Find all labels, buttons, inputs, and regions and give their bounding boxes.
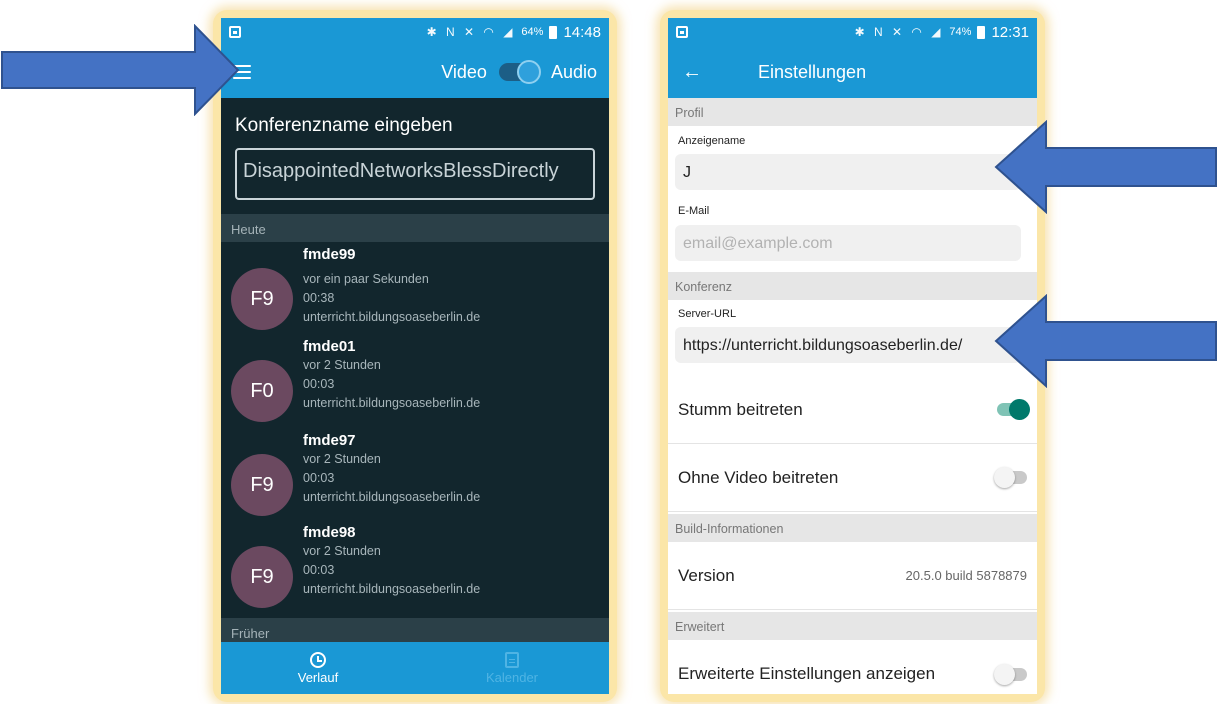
history-server: unterricht.bildungsoaseberlin.de: [303, 490, 481, 504]
arrow-right-icon: [1, 24, 240, 116]
video-audio-switch: Video Audio: [441, 60, 597, 84]
history-duration: 00:03: [303, 471, 335, 485]
history-name: fmde99: [303, 246, 356, 263]
arrow-left-icon: [994, 294, 1217, 388]
history-item[interactable]: F9 fmde98 vor 2 Stunden 00:03 unterricht…: [221, 522, 609, 614]
arrow-left-icon: [994, 120, 1217, 214]
history-name: fmde01: [303, 338, 356, 355]
status-bar: ✱ N ✕ ◠ ◢ 74% 12:31: [668, 18, 1037, 46]
email-input[interactable]: email@example.com: [675, 225, 1021, 261]
history-time-ago: vor 2 Stunden: [303, 452, 381, 466]
status-time: 12:31: [991, 23, 1029, 41]
back-arrow-icon[interactable]: ←: [682, 61, 704, 84]
app-bar: Video Audio: [221, 46, 609, 98]
video-label: Video: [441, 61, 487, 82]
mute-join-label: Stumm beitreten: [678, 399, 803, 419]
avatar: F9: [231, 546, 293, 608]
display-name-label: Anzeigename: [678, 135, 746, 147]
status-icons: ✱ N ✕ ◠ ◢: [854, 25, 944, 39]
calendar-icon: [505, 651, 519, 668]
history-server: unterricht.bildungsoaseberlin.de: [303, 310, 481, 324]
version-label: Version: [678, 565, 735, 585]
video-audio-toggle[interactable]: [498, 60, 541, 84]
nav-history-label: Verlauf: [297, 669, 339, 685]
mute-join-row[interactable]: Stumm beitreten: [668, 376, 1037, 444]
battery-percent: 74%: [949, 26, 972, 38]
conference-name-label: Konferenzname eingeben: [235, 115, 453, 136]
server-url-input[interactable]: https://unterricht.bildungsoaseberlin.de…: [675, 327, 1021, 363]
status-bar: ✱ N ✕ ◠ ◢ 64% 14:48: [221, 18, 609, 46]
avatar: F9: [231, 268, 293, 330]
history-server: unterricht.bildungsoaseberlin.de: [303, 396, 481, 410]
history-icon: [310, 651, 326, 668]
battery-percent: 64%: [521, 26, 544, 38]
screenshot-icon: [676, 26, 688, 38]
no-video-row[interactable]: Ohne Video beitreten: [668, 444, 1037, 512]
no-video-toggle[interactable]: [994, 467, 1027, 488]
history-duration: 00:38: [303, 291, 335, 305]
server-url-label: Server-URL: [678, 308, 737, 320]
advanced-settings-label: Erweiterte Einstellungen anzeigen: [678, 664, 936, 683]
history-duration: 00:03: [303, 377, 335, 391]
phone-right-screen: ✱ N ✕ ◠ ◢ 74% 12:31 ← Einstellungen Prof…: [668, 18, 1037, 694]
history-item[interactable]: F9 fmde99 vor ein paar Sekunden 00:38 un…: [221, 244, 609, 336]
advanced-settings-toggle[interactable]: [994, 663, 1027, 685]
history-server: unterricht.bildungsoaseberlin.de: [303, 582, 481, 596]
history-duration: 00:03: [303, 563, 335, 577]
history-time-ago: vor ein paar Sekunden: [303, 272, 429, 286]
battery-icon: [977, 25, 986, 39]
no-video-label: Ohne Video beitreten: [678, 467, 839, 487]
avatar: F9: [231, 454, 293, 516]
section-advanced: Erweitert: [668, 612, 1037, 640]
battery-icon: [549, 25, 558, 39]
app-bar: ← Einstellungen: [668, 46, 1037, 98]
conference-name-input[interactable]: DisappointedNetworksBlessDirectly: [235, 148, 595, 200]
section-today: Heute: [221, 214, 609, 242]
history-time-ago: vor 2 Stunden: [303, 358, 381, 372]
nav-history[interactable]: Verlauf: [221, 642, 415, 694]
section-profile: Profil: [668, 98, 1037, 126]
section-conference: Konferenz: [668, 272, 1037, 300]
phone-left-screen: ✱ N ✕ ◠ ◢ 64% 14:48 Video Audio Konferen…: [221, 18, 609, 694]
phone-left-frame: ✱ N ✕ ◠ ◢ 64% 14:48 Video Audio Konferen…: [213, 10, 617, 702]
email-label: E-Mail: [678, 205, 710, 217]
history-name: fmde97: [303, 432, 356, 449]
nav-calendar-label: Kalender: [485, 669, 539, 685]
advanced-settings-row[interactable]: Erweiterte Einstellungen anzeigen: [668, 640, 1037, 694]
display-name-input[interactable]: J: [675, 154, 1021, 190]
history-item[interactable]: F0 fmde01 vor 2 Stunden 00:03 unterricht…: [221, 336, 609, 428]
history-item[interactable]: F9 fmde97 vor 2 Stunden 00:03 unterricht…: [221, 430, 609, 522]
version-value: 20.5.0 build 5878879: [905, 568, 1027, 583]
phone-right-frame: ✱ N ✕ ◠ ◢ 74% 12:31 ← Einstellungen Prof…: [660, 10, 1045, 702]
version-row: Version 20.5.0 build 5878879: [668, 542, 1037, 610]
mute-join-toggle[interactable]: [997, 399, 1030, 420]
bottom-navigation: Verlauf Kalender: [221, 642, 609, 694]
history-name: fmde98: [303, 524, 356, 541]
page-title: Einstellungen: [758, 61, 867, 82]
status-time: 14:48: [563, 23, 601, 41]
nav-calendar[interactable]: Kalender: [415, 642, 609, 694]
audio-label: Audio: [550, 61, 597, 82]
history-time-ago: vor 2 Stunden: [303, 544, 381, 558]
section-build-info: Build-Informationen: [668, 514, 1037, 542]
status-icons: ✱ N ✕ ◠ ◢: [426, 25, 516, 39]
avatar: F0: [231, 360, 293, 422]
